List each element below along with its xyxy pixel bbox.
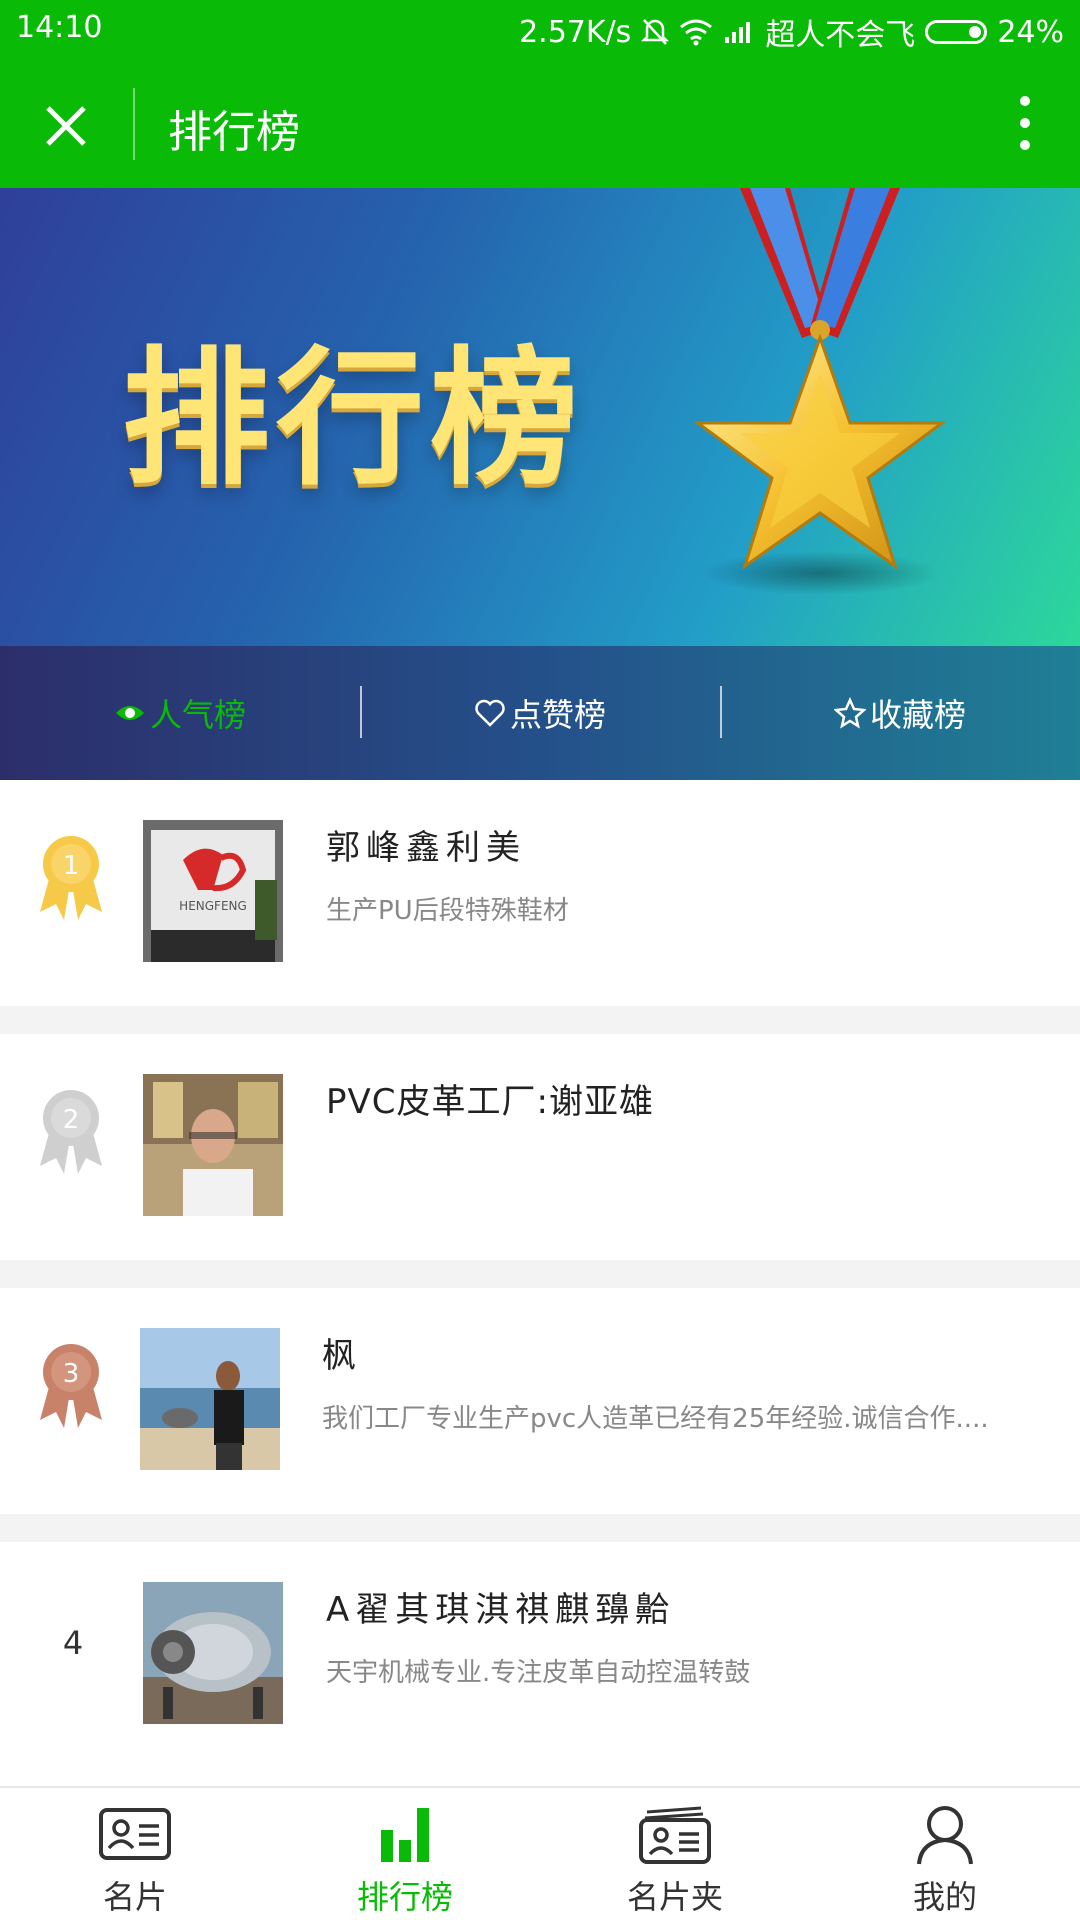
card-icon <box>99 1808 171 1860</box>
bottom-navigation: 名片 排行榜 名片夹 我的 <box>0 1786 1080 1920</box>
rank-number: 3 <box>63 1359 80 1389</box>
mute-bell-icon <box>641 19 670 45</box>
nav-card-holder[interactable]: 名片夹 <box>540 1788 810 1920</box>
item-description: 我们工厂专业生产pvc人造革已经有25年经验.诚信合作.... <box>322 1404 989 1434</box>
person-beach-photo-image <box>140 1328 280 1470</box>
item-name: A翟其琪淇祺麒䶍䶎 <box>326 1590 676 1630</box>
nav-label: 名片夹 <box>626 1878 723 1916</box>
heart-icon <box>475 699 505 727</box>
logo-text: HENGFENG <box>179 899 247 913</box>
avatar[interactable] <box>140 1328 280 1470</box>
machine-photo-image <box>143 1582 283 1724</box>
item-name: 枫 <box>322 1336 362 1376</box>
star-icon <box>833 697 866 729</box>
tab-favorites[interactable]: 收藏榜 <box>720 646 1080 780</box>
company-logo-image: HENGFENG <box>143 820 283 962</box>
tab-label: 收藏榜 <box>869 696 966 734</box>
item-description: 天宇机械专业.专注皮革自动控温转鼓 <box>326 1658 751 1688</box>
title-bar: 排行榜 <box>0 58 1080 188</box>
card-holder-icon <box>639 1806 711 1864</box>
item-description: 生产PU后段特殊鞋材 <box>326 896 569 926</box>
nav-ranking[interactable]: 排行榜 <box>270 1788 540 1920</box>
list-item[interactable]: 2 PVC皮革工厂:谢亚雄 <box>0 1034 1080 1260</box>
bronze-rank-badge-icon: 3 <box>40 1344 102 1428</box>
rank-number: 1 <box>63 851 80 881</box>
list-item[interactable]: 4 A翟其琪淇祺麒䶍䶎 天宇机械专业.专注皮革自动控温转鼓 <box>0 1542 1080 1768</box>
banner-title: 排行榜 <box>122 333 584 505</box>
carrier-name: 超人不会飞 <box>765 18 916 53</box>
eye-icon <box>115 706 144 720</box>
user-icon <box>917 1806 973 1865</box>
list-divider <box>0 1006 1080 1034</box>
avatar[interactable] <box>143 1582 283 1724</box>
status-bar: 14:10 2.57K/s 超人不会飞 24% <box>0 0 1080 58</box>
list-divider <box>0 1260 1080 1288</box>
battery-icon <box>925 20 988 44</box>
item-name: 郭峰鑫利美 <box>326 828 526 868</box>
silver-rank-badge-icon: 2 <box>40 1090 102 1174</box>
network-speed: 2.57K/s <box>519 14 632 50</box>
signal-icon <box>725 22 751 43</box>
more-menu-icon[interactable] <box>1010 88 1040 158</box>
ranking-list: 1 HENGFENG 郭峰鑫利美 生产PU后段特殊鞋材 2 PVC皮革工厂:谢亚… <box>0 780 1080 1768</box>
nav-label: 我的 <box>912 1878 977 1916</box>
nav-label: 名片 <box>102 1878 167 1916</box>
nav-card[interactable]: 名片 <box>0 1788 270 1920</box>
ranking-tabs: 人气榜 点赞榜 收藏榜 <box>0 646 1080 780</box>
tab-popularity[interactable]: 人气榜 <box>0 646 360 780</box>
battery-level: 24% <box>997 14 1064 50</box>
list-item[interactable]: 3 枫 我们工厂专业生产pvc人造革已经有25年经验.诚信合作.... <box>0 1288 1080 1514</box>
rank-number: 4 <box>62 1624 84 1662</box>
tab-likes[interactable]: 点赞榜 <box>360 646 720 780</box>
avatar[interactable] <box>143 1074 283 1216</box>
star-medal-icon <box>693 188 947 595</box>
avatar[interactable]: HENGFENG <box>143 820 283 962</box>
leaderboard-banner: 排行榜 <box>0 188 1080 646</box>
list-item[interactable]: 1 HENGFENG 郭峰鑫利美 生产PU后段特殊鞋材 <box>0 780 1080 1006</box>
item-name: PVC皮革工厂:谢亚雄 <box>326 1082 654 1122</box>
bar-chart-icon <box>381 1808 429 1862</box>
tab-label: 点赞榜 <box>509 696 606 734</box>
status-right: 2.57K/s 超人不会飞 24% <box>519 10 1064 54</box>
close-icon[interactable] <box>36 96 96 156</box>
nav-label: 排行榜 <box>356 1878 453 1916</box>
tab-label: 人气榜 <box>149 696 246 734</box>
wifi-icon <box>680 19 713 46</box>
list-divider <box>0 1514 1080 1542</box>
page-title: 排行榜 <box>168 107 300 158</box>
status-time: 14:10 <box>16 10 103 45</box>
nav-mine[interactable]: 我的 <box>810 1788 1080 1920</box>
title-divider <box>133 88 135 160</box>
person-photo-image <box>143 1074 283 1216</box>
gold-rank-badge-icon: 1 <box>40 836 102 920</box>
rank-number: 2 <box>63 1105 80 1135</box>
